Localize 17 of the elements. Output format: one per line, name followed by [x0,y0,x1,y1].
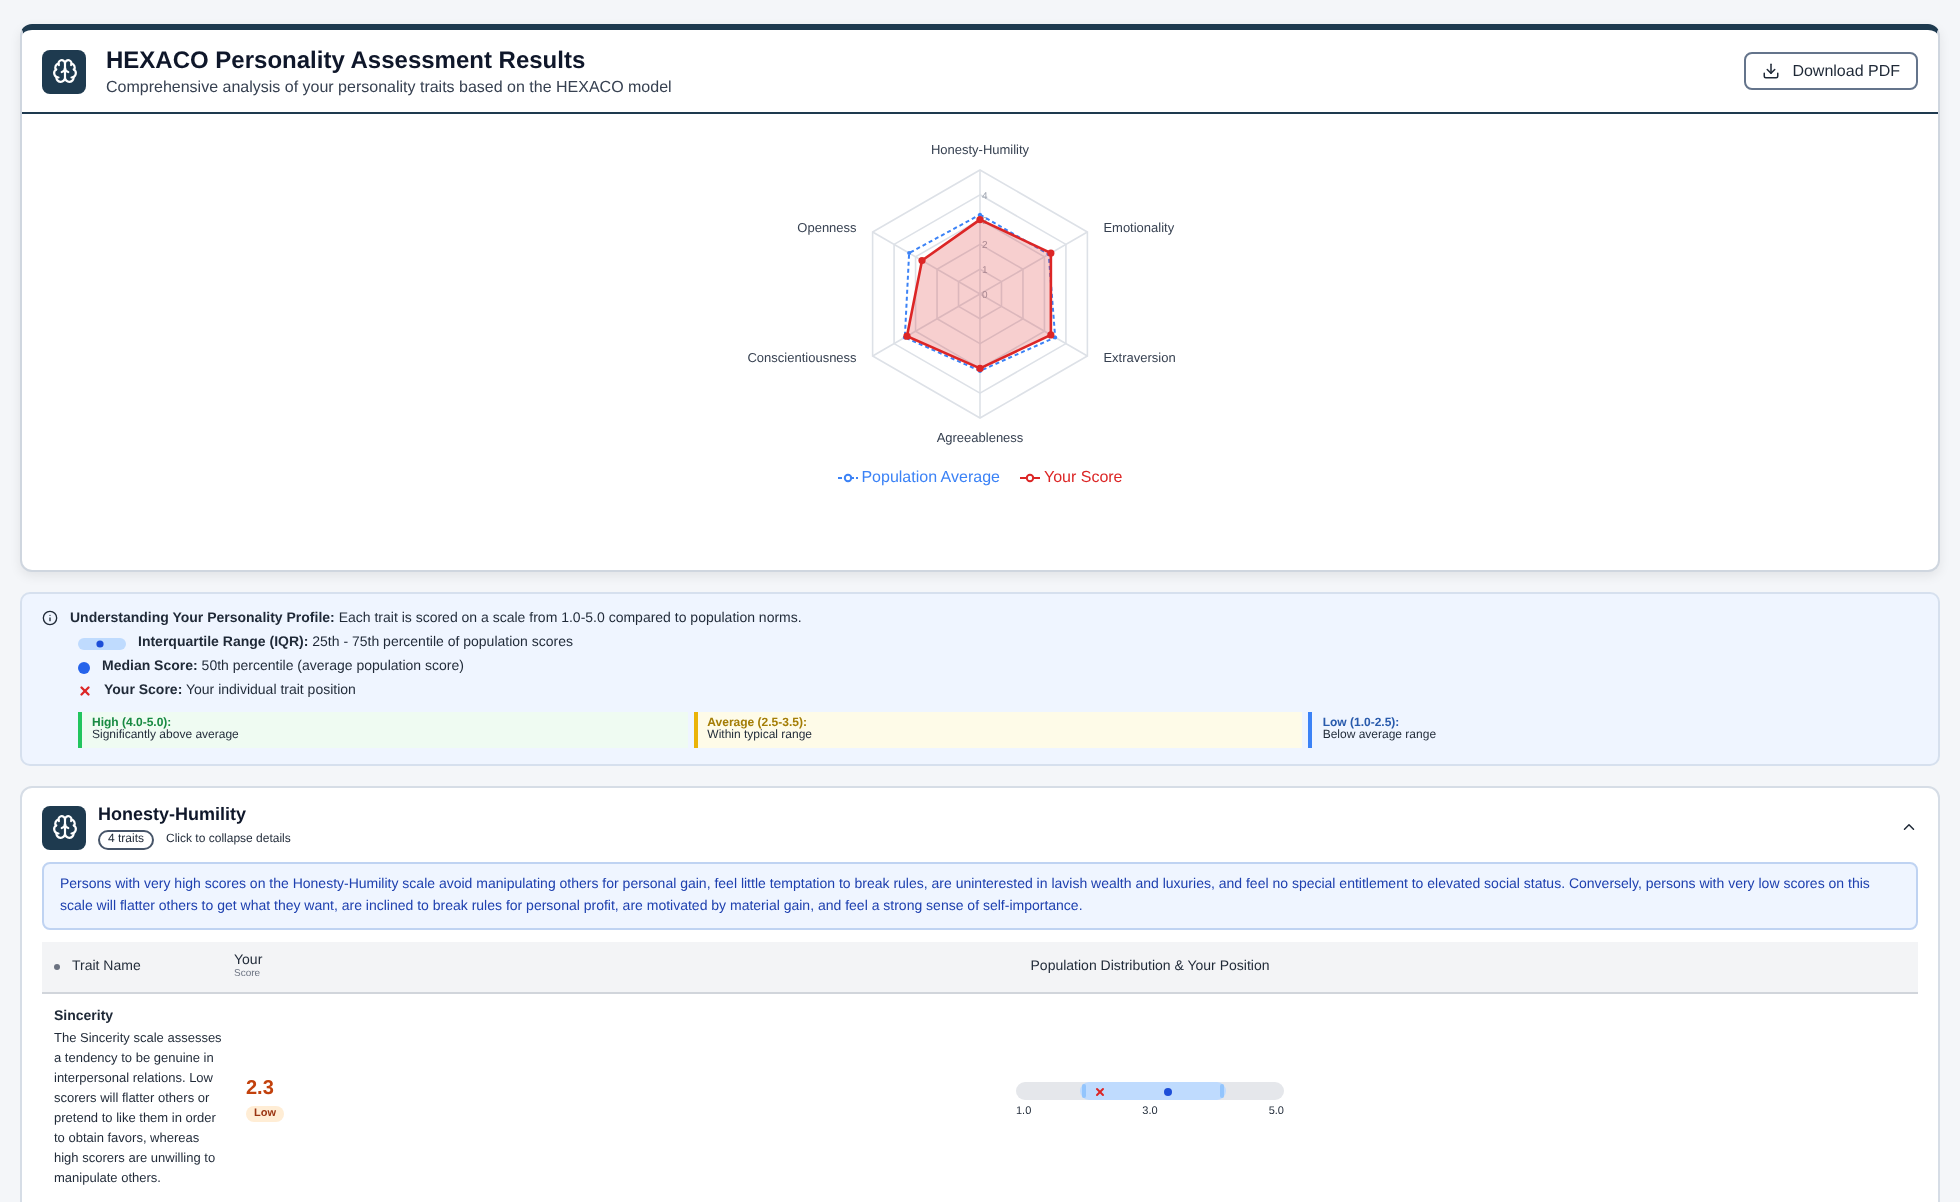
download-icon [1762,62,1781,80]
legend-label: Population Average [861,468,1000,486]
page-subtitle: Comprehensive analysis of your personality traits based on the HEXACO model [106,78,672,96]
legend-line-icon [837,471,858,483]
brain-icon [42,805,86,849]
info-icon [42,610,58,626]
section-title: Honesty-Humility [98,804,249,824]
trait-score: 2.3 [246,1078,274,1100]
download-button[interactable]: Download PDF [1744,52,1918,90]
range-bar-icon [78,637,126,649]
legend-label: Your Score [1043,468,1123,486]
brain-icon [42,49,86,93]
cross-icon [78,684,92,698]
dot-icon [78,661,90,673]
legend-line-icon [1019,471,1040,483]
page-title: HEXACO Personality Assessment Results [106,46,588,74]
dot-icon [54,964,60,970]
